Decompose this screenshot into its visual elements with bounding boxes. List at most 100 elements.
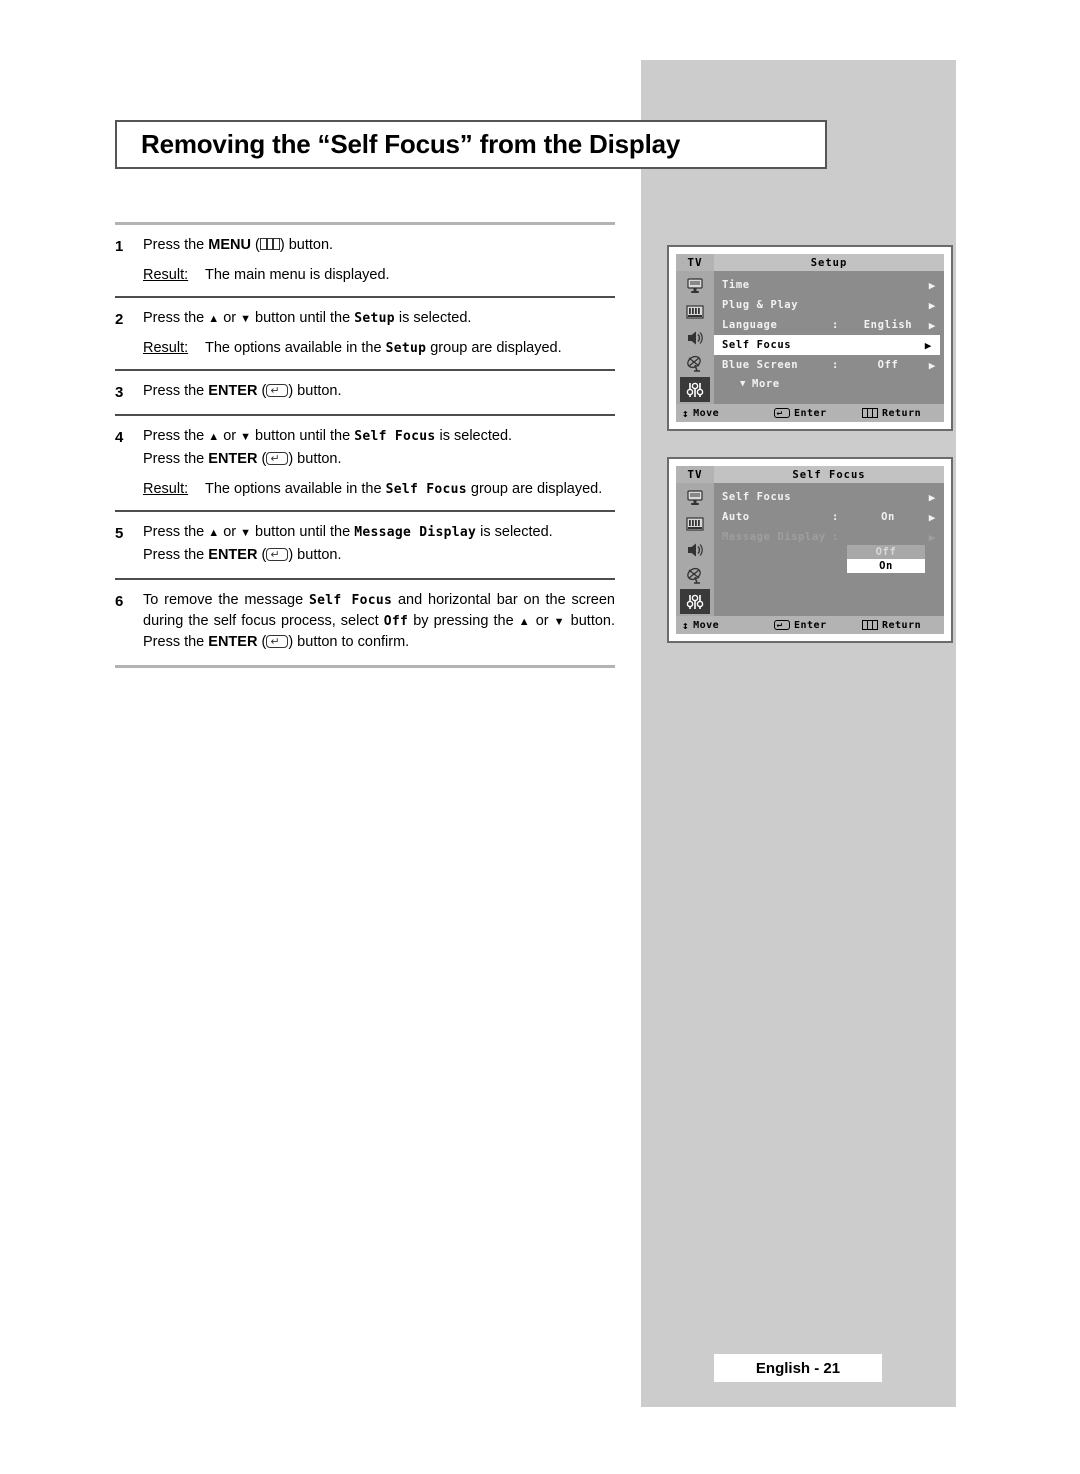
osd-row-self-focus[interactable]: Self Focus ▶ [714,487,944,507]
down-triangle-icon: ▼ [240,313,252,326]
osd-row-list: Time ▶ Plug & Play ▶ Language : English … [714,271,944,404]
osd-footer-bar: ↕ Move ↵ Enter Return [676,616,944,634]
setup-keyword: Setup [385,341,427,357]
self-focus-keyword: Self Focus [354,429,436,445]
osd-heading: Self Focus [714,466,944,483]
enter-keyword: ENTER [208,634,258,651]
tv-osd-screenshot-setup: TV Setup Time ▶ Plug & Play ▶ Language:… [667,245,953,431]
osd-row-list: Self Focus ▶ Auto : On ▶ Message Display… [714,483,944,616]
osd-sidebar [676,483,714,616]
text: Press the [143,451,209,468]
osd-footer-return: Return [862,408,921,419]
row-colon: : [832,511,839,523]
text: Press the [143,237,209,253]
row-colon: : [832,319,839,331]
step-4: 4 Press the ▲ or ▼ button until the Self… [115,416,615,510]
osd-row-message-display[interactable]: Message Display : ▶ [714,527,944,547]
osd-footer-enter: ↵ Enter [774,620,862,631]
result-text: The main menu is displayed. [205,267,390,284]
enter-label: Enter [794,407,827,419]
self-focus-keyword: Self Focus [385,482,467,498]
chevron-right-icon: ▶ [928,278,936,292]
step-4-line-2: Press the ENTER (↵) button. [143,449,615,470]
osd-row-time[interactable]: Time ▶ [714,275,944,295]
menu-button-icon [862,620,878,630]
enter-button-icon: ↵ [266,635,289,649]
text: group are displayed. [426,340,562,357]
enter-button-icon: ↵ [774,408,790,418]
osd-more-row[interactable]: ▼ More [714,375,944,393]
text: group are displayed. [466,481,603,498]
menu-button-icon [259,238,280,250]
off-keyword: Off [383,614,409,630]
message-display-keyword: Message Display [354,525,477,541]
row-label: Auto [722,511,750,523]
down-triangle-icon: ▼ [740,378,747,389]
step-2-line-1: Press the ▲ or ▼ button until the Setup … [143,308,615,329]
row-colon: : [832,531,839,543]
row-label: Time [722,279,750,291]
osd-row-self-focus-selected[interactable]: Self Focus ▶ [714,335,940,355]
step-6: 6 To remove the message Self Focus and h… [115,580,615,665]
bars-icon [680,511,710,536]
more-label: More [752,378,780,390]
step-4-line-1: Press the ▲ or ▼ button until the Self F… [143,426,615,447]
step-1: 1 Press the MENU () button. Result: The … [115,225,615,296]
row-label: Blue Screen [722,359,799,371]
tv-source-label: TV [676,466,714,483]
result-text: The options available in the Self Focus … [205,479,615,500]
menu-button-icon [862,408,878,418]
step-1-result: Result: The main menu is displayed. [143,265,615,286]
text: or [219,428,241,445]
step-number: 5 [115,525,124,543]
osd-heading: Setup [714,254,944,271]
osd-row-plug-and-play[interactable]: Plug & Play ▶ [714,295,944,315]
dropdown-option-off[interactable]: Off [847,545,925,559]
chevron-right-icon: ▶ [928,530,936,544]
page-footer-box: English - 21 [714,1354,882,1382]
step-5-line-1: Press the ▲ or ▼ button until the Messag… [143,522,615,543]
bars-icon [680,299,710,324]
dropdown-option-on[interactable]: On [847,559,925,573]
osd-footer-return: Return [862,620,921,631]
text: Press the [143,310,209,327]
step-4-result: Result: The options available in the Sel… [143,479,615,500]
text: button. [293,451,342,468]
osd-row-blue-screen[interactable]: Blue Screen : Off ▶ [714,355,944,375]
step-3-line-1: Press the ENTER (↵) button. [143,381,615,402]
osd-row-auto[interactable]: Auto : On ▶ [714,507,944,527]
tv-source-label: TV [676,254,714,271]
step-number: 6 [115,593,124,611]
page-title: Removing the “Self Focus” from the Displ… [141,129,681,159]
text: Press the [143,547,209,564]
step-number: 4 [115,429,124,447]
satellite-dish-icon [680,351,710,376]
step-3: 3 Press the ENTER (↵) button. [115,371,615,414]
osd-footer-move: ↕ Move [682,620,774,631]
text: or [530,613,554,630]
message-display-dropdown[interactable]: Off On [847,545,925,573]
text: or [219,524,241,541]
result-text: The options available in the Setup group… [205,338,615,359]
satellite-dish-icon [680,563,710,588]
text: button to confirm. [293,634,410,651]
up-triangle-icon: ▲ [208,431,220,444]
text: The options available in the [205,340,386,357]
row-value: Off [877,359,899,371]
step-6-text: To remove the message Self Focus and hor… [143,590,615,653]
step-5-line-2: Press the ENTER (↵) button. [143,545,615,566]
row-colon: : [832,359,839,371]
osd-row-language[interactable]: Language : English ▶ [714,315,944,335]
text: The options available in the [205,481,386,498]
step-5: 5 Press the ▲ or ▼ button until the Mess… [115,512,615,578]
move-label: Move [693,619,720,631]
down-triangle-icon: ▼ [240,431,252,444]
text: is selected. [476,524,553,541]
updown-arrows-icon: ↕ [682,406,690,420]
enter-button-icon: ↵ [266,384,289,398]
text: To remove the message [143,592,310,609]
enter-button-icon: ↵ [266,548,289,562]
row-label: Message Display [722,531,826,543]
row-label: Self Focus [722,491,792,503]
down-triangle-icon: ▼ [240,527,252,540]
